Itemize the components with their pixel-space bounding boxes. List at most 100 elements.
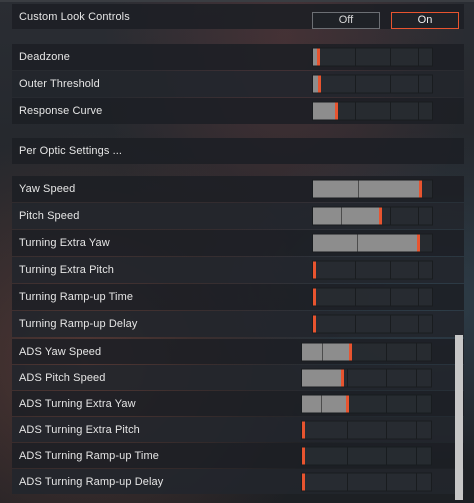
slider-tick: [415, 447, 417, 464]
slider-thumb[interactable]: [419, 180, 422, 198]
slider-tick: [385, 395, 387, 412]
slider-fill-divider: [358, 180, 359, 198]
slider-tick: [347, 369, 349, 386]
slider-thumb[interactable]: [417, 234, 420, 252]
setting-row-turning-ramp-up-delay: Turning Ramp-up Delay: [12, 311, 464, 337]
slider-fill: [313, 102, 336, 120]
slider-thumb[interactable]: [313, 315, 316, 333]
slider-ads-turning-ramp-up-delay[interactable]: [301, 472, 432, 491]
setting-label-yaw-speed: Yaw Speed: [19, 183, 76, 195]
slider-yaw-speed[interactable]: [312, 179, 433, 199]
slider-fill-divider: [322, 343, 323, 360]
setting-label-ads-pitch-speed: ADS Pitch Speed: [19, 371, 106, 384]
setting-label-ads-turning-extra-yaw: ADS Turning Extra Yaw: [19, 397, 136, 410]
slider-thumb[interactable]: [302, 421, 305, 438]
setting-label-pitch-speed: Pitch Speed: [19, 210, 80, 222]
slider-tick: [415, 421, 417, 438]
setting-row-turning-extra-pitch: Turning Extra Pitch: [12, 257, 464, 283]
setting-row-deadzone: Deadzone: [12, 44, 464, 70]
slider-tick: [415, 395, 417, 412]
slider-tick: [390, 288, 392, 306]
slider-thumb[interactable]: [349, 343, 352, 360]
slider-thumb[interactable]: [302, 447, 305, 464]
slider-tick: [415, 473, 417, 490]
slider-tick: [354, 48, 356, 66]
slider-deadzone[interactable]: [312, 47, 433, 67]
per-optic-settings-row[interactable]: Per Optic Settings ...: [12, 138, 464, 164]
slider-tick: [417, 75, 419, 93]
setting-label-turning-ramp-up-time: Turning Ramp-up Time: [19, 291, 134, 303]
slider-ads-turning-extra-pitch[interactable]: [301, 420, 432, 439]
custom-look-controls-row: Custom Look Controls Off On: [12, 4, 464, 29]
setting-row-ads-turning-extra-pitch: ADS Turning Extra Pitch: [12, 417, 464, 442]
slider-fill: [302, 343, 350, 360]
setting-label-ads-turning-extra-pitch: ADS Turning Extra Pitch: [19, 423, 140, 436]
slider-tick: [354, 261, 356, 279]
scrollbar[interactable]: [455, 335, 463, 500]
slider-tick: [385, 447, 387, 464]
custom-look-on-button[interactable]: On: [391, 12, 459, 29]
slider-tick: [354, 102, 356, 120]
slider-tick: [385, 343, 387, 360]
per-optic-settings-label: Per Optic Settings ...: [19, 145, 123, 157]
slider-ads-pitch-speed[interactable]: [301, 368, 432, 387]
slider-tick: [415, 343, 417, 360]
slider-fill: [302, 395, 347, 412]
slider-tick: [385, 473, 387, 490]
slider-tick: [417, 288, 419, 306]
slider-fill: [313, 180, 420, 198]
slider-response-curve[interactable]: [312, 101, 433, 121]
setting-label-response-curve: Response Curve: [19, 105, 103, 117]
slider-turning-ramp-up-time[interactable]: [312, 287, 433, 307]
slider-fill: [313, 234, 418, 252]
setting-label-turning-extra-pitch: Turning Extra Pitch: [19, 264, 115, 276]
setting-label-outer-threshold: Outer Threshold: [19, 78, 100, 90]
slider-ads-yaw-speed[interactable]: [301, 342, 432, 361]
slider-tick: [354, 75, 356, 93]
slider-thumb[interactable]: [346, 395, 349, 412]
setting-row-ads-turning-ramp-up-time: ADS Turning Ramp-up Time: [12, 443, 464, 468]
setting-row-ads-turning-ramp-up-delay: ADS Turning Ramp-up Delay: [12, 469, 464, 494]
setting-row-response-curve: Response Curve: [12, 98, 464, 124]
slider-turning-ramp-up-delay[interactable]: [312, 314, 433, 334]
setting-row-pitch-speed: Pitch Speed: [12, 203, 464, 229]
slider-fill: [302, 369, 342, 386]
slider-fill-divider: [341, 207, 342, 225]
slider-ads-turning-extra-yaw[interactable]: [301, 394, 432, 413]
slider-tick: [347, 447, 349, 464]
slider-tick: [354, 288, 356, 306]
slider-pitch-speed[interactable]: [312, 206, 433, 226]
setting-label-turning-ramp-up-delay: Turning Ramp-up Delay: [19, 318, 138, 330]
slider-ads-turning-ramp-up-time[interactable]: [301, 446, 432, 465]
setting-row-turning-extra-yaw: Turning Extra Yaw: [12, 230, 464, 256]
setting-row-ads-pitch-speed: ADS Pitch Speed: [12, 365, 464, 390]
slider-thumb[interactable]: [318, 75, 321, 93]
slider-thumb[interactable]: [313, 288, 316, 306]
slider-thumb[interactable]: [302, 473, 305, 490]
slider-tick: [415, 369, 417, 386]
slider-tick: [390, 261, 392, 279]
custom-look-off-button[interactable]: Off: [312, 12, 380, 29]
slider-tick: [417, 48, 419, 66]
slider-thumb[interactable]: [379, 207, 382, 225]
setting-label-ads-yaw-speed: ADS Yaw Speed: [19, 345, 102, 358]
setting-row-turning-ramp-up-time: Turning Ramp-up Time: [12, 284, 464, 310]
slider-outer-threshold[interactable]: [312, 74, 433, 94]
setting-label-deadzone: Deadzone: [19, 51, 70, 63]
slider-thumb[interactable]: [341, 369, 344, 386]
setting-label-ads-turning-ramp-up-time: ADS Turning Ramp-up Time: [19, 449, 159, 462]
slider-tick: [347, 421, 349, 438]
slider-thumb[interactable]: [317, 48, 320, 66]
setting-row-ads-turning-extra-yaw: ADS Turning Extra Yaw: [12, 391, 464, 416]
slider-tick: [417, 102, 419, 120]
slider-tick: [390, 75, 392, 93]
slider-tick: [417, 315, 419, 333]
setting-row-outer-threshold: Outer Threshold: [12, 71, 464, 97]
setting-label-turning-extra-yaw: Turning Extra Yaw: [19, 237, 110, 249]
slider-fill-divider: [357, 234, 358, 252]
slider-tick: [390, 207, 392, 225]
slider-turning-extra-yaw[interactable]: [312, 233, 433, 253]
slider-thumb[interactable]: [313, 261, 316, 279]
slider-turning-extra-pitch[interactable]: [312, 260, 433, 280]
slider-thumb[interactable]: [335, 102, 338, 120]
